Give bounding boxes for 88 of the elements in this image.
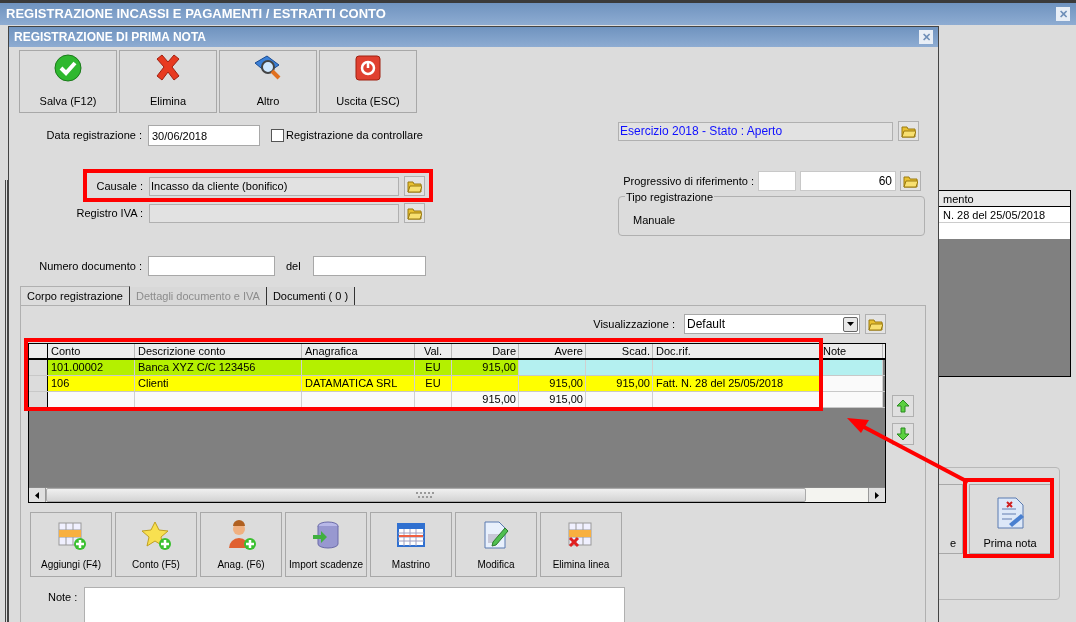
field-label: Causale : xyxy=(95,178,144,194)
scroll-right-button[interactable] xyxy=(868,488,885,502)
table-cell: 915,00 xyxy=(586,376,653,391)
folder-icon xyxy=(407,206,422,220)
field-label: Data registrazione : xyxy=(45,128,143,144)
move-down-button[interactable] xyxy=(892,423,914,445)
table-cell: 106 xyxy=(48,376,135,391)
group-value: Manuale xyxy=(633,214,676,226)
column-header: Dare xyxy=(452,344,519,358)
tab[interactable]: Documenti ( 0 ) xyxy=(266,287,356,305)
move-up-button[interactable] xyxy=(892,395,914,417)
power-icon xyxy=(353,52,383,83)
table-cell: Fatt. N. 28 del 25/05/2018 xyxy=(653,376,820,391)
view-dropdown[interactable]: Default xyxy=(684,314,860,334)
toolbar-button[interactable]: Altro xyxy=(219,50,317,113)
table-cell: 915,00 xyxy=(452,360,519,375)
action-button[interactable]: Import scadenze xyxy=(285,512,367,577)
star-plus-icon xyxy=(141,520,171,550)
table-cell: DATAMATICA SRL xyxy=(302,376,415,391)
calendar-icon xyxy=(396,520,426,550)
grip-icon xyxy=(416,492,436,498)
column-header: Scad. xyxy=(586,344,653,358)
column-header: Descrizione conto xyxy=(135,344,302,358)
causale-field[interactable]: Incasso da cliente (bonifico) xyxy=(149,176,399,196)
folder-icon xyxy=(901,124,916,138)
dialog-title: REGISTRAZIONE DI PRIMA NOTA xyxy=(14,29,206,46)
checkbox[interactable] xyxy=(271,129,284,142)
field-label: Visualizzazione : xyxy=(593,316,676,332)
column-header: Conto xyxy=(48,344,135,358)
check-icon xyxy=(53,52,83,83)
folder-button[interactable] xyxy=(404,203,425,223)
table-cell: 915,00 xyxy=(519,392,586,407)
folder-button[interactable] xyxy=(900,171,921,191)
tab[interactable]: Corpo registrazione xyxy=(20,286,130,305)
document-pencil-icon xyxy=(481,520,511,550)
table-cell: 915,00 xyxy=(452,392,519,407)
up-arrow-icon xyxy=(896,399,910,413)
folder-icon xyxy=(868,317,883,331)
down-arrow-icon xyxy=(896,427,910,441)
date-field[interactable]: 30/06/2018 xyxy=(148,125,260,146)
document-date-field[interactable] xyxy=(313,256,426,276)
column-header: Avere xyxy=(519,344,586,358)
action-button[interactable]: Anag. (F6) xyxy=(200,512,282,577)
column-header: Note xyxy=(820,344,883,358)
database-arrow-icon xyxy=(311,520,341,550)
field-label: del xyxy=(286,258,302,274)
registro-field[interactable] xyxy=(149,203,399,223)
folder-button[interactable] xyxy=(404,176,425,196)
folder-button[interactable] xyxy=(865,314,886,334)
person-plus-icon xyxy=(226,520,256,550)
left-arrow-icon xyxy=(35,491,39,499)
table-cell: 915,00 xyxy=(519,376,586,391)
toolbar-button[interactable]: Prima nota xyxy=(969,484,1051,554)
toolbar-button[interactable]: Uscita (ESC) xyxy=(319,50,417,113)
toolbar-button[interactable]: Elimina xyxy=(119,50,217,113)
table-cell: EU xyxy=(415,376,452,391)
checkbox-label: Registrazione da controllare xyxy=(286,128,423,144)
folder-button[interactable] xyxy=(898,121,919,141)
field-label: Note : xyxy=(48,590,79,605)
toolbar-button[interactable]: Salva (F12) xyxy=(19,50,117,113)
table-cell: 101.00002 xyxy=(48,360,135,375)
window-title: REGISTRAZIONE INCASSI E PAGAMENTI / ESTRATTI CONTO xyxy=(6,5,386,24)
table-cell: Clienti xyxy=(135,376,302,391)
folder-icon xyxy=(407,179,422,193)
scroll-left-button[interactable] xyxy=(29,488,46,502)
action-button[interactable]: Elimina linea xyxy=(540,512,622,577)
column-header: Anagrafica xyxy=(302,344,415,358)
action-button[interactable]: Mastrino xyxy=(370,512,452,577)
table-cell: Banca XYZ C/C 123456 xyxy=(135,360,302,375)
document-number-field[interactable] xyxy=(148,256,275,276)
caret-icon xyxy=(847,322,854,326)
field-label: Progressivo di riferimento : xyxy=(623,173,755,189)
action-button[interactable]: Conto (F5) xyxy=(115,512,197,577)
scroll-thumb[interactable] xyxy=(46,488,806,502)
fiscal-year-field[interactable]: Esercizio 2018 - Stato : Aperto xyxy=(618,121,893,141)
right-arrow-icon xyxy=(875,491,879,499)
document-pencil-icon xyxy=(995,496,1025,529)
grid-plus-icon xyxy=(56,520,86,550)
prefix-field[interactable] xyxy=(758,171,796,191)
column-header: Val. xyxy=(415,344,452,358)
action-button[interactable]: Aggiungi (F4) xyxy=(30,512,112,577)
action-button[interactable]: Modifica xyxy=(455,512,537,577)
progressive-field[interactable]: 60 xyxy=(800,171,896,191)
table-cell: EU xyxy=(415,360,452,375)
field-label: Registro IVA : xyxy=(75,205,144,221)
field-label: Numero documento : xyxy=(38,258,143,274)
folder-icon xyxy=(903,174,918,188)
column-header: Doc.rif. xyxy=(653,344,820,358)
